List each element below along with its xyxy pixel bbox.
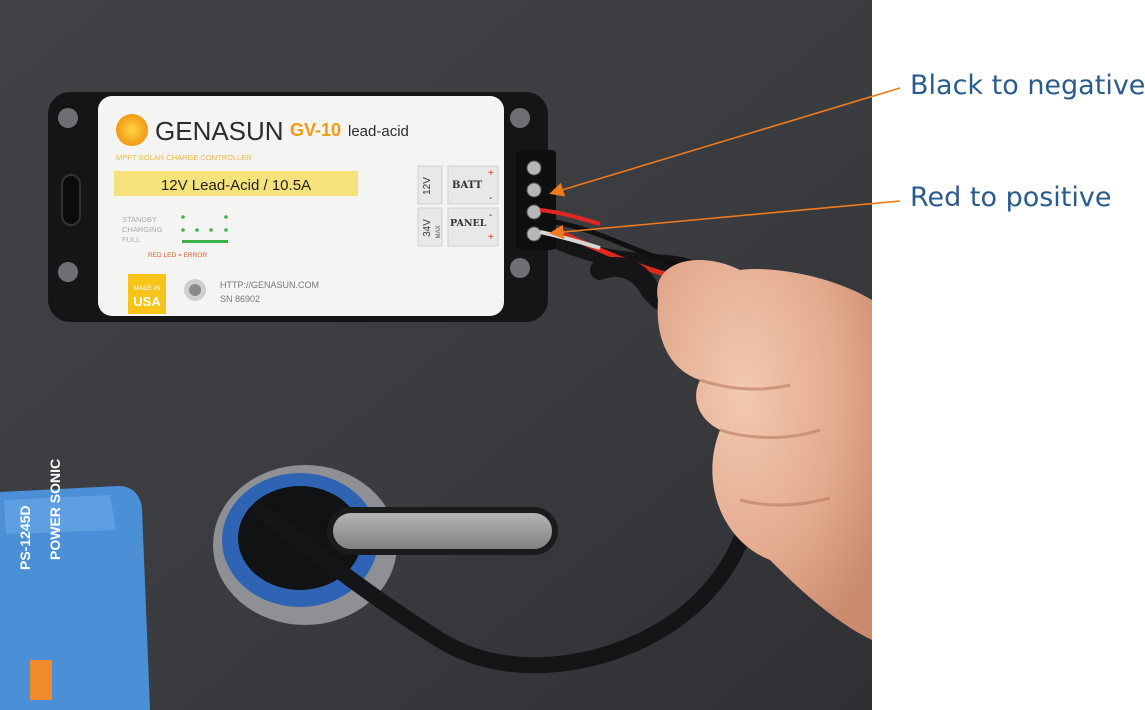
- callout-red-to-positive: Red to positive: [910, 182, 1112, 213]
- batt-minus: -: [489, 193, 492, 204]
- made-in-country: USA: [133, 294, 161, 309]
- device-subtitle: MPPT SOLAR CHARGE CONTROLLER: [116, 153, 252, 162]
- battery-model: PS-1245D: [17, 505, 33, 570]
- batt-label: BATT: [452, 180, 483, 191]
- status-charging: CHARGING: [122, 225, 163, 234]
- panel-voltage: 34V: [422, 219, 433, 237]
- status-full: FULL: [122, 235, 140, 244]
- panel-voltage-note: MAX: [436, 225, 442, 238]
- battery-brand: POWER SONIC: [47, 459, 63, 560]
- product-photo: GENASUN GV-10 lead-acid MPPT SOLAR CHARG…: [0, 0, 872, 710]
- device-brand: GENASUN: [155, 116, 284, 146]
- batt-plus: +: [488, 168, 494, 179]
- device-model: GV-10: [290, 120, 341, 140]
- panel-label: PANEL: [450, 218, 487, 229]
- device-serial: SN 86902: [220, 294, 260, 304]
- status-standby: STANDBY: [122, 215, 157, 224]
- error-note: RED LED = ERROR: [148, 252, 207, 259]
- device-url: HTTP://GENASUN.COM: [220, 280, 319, 290]
- made-in-label: MADE IN: [133, 285, 160, 292]
- device-rating: 12V Lead-Acid / 10.5A: [161, 177, 311, 194]
- charge-controller: GENASUN GV-10 lead-acid MPPT SOLAR CHARG…: [48, 92, 601, 322]
- device-chemistry: lead-acid: [348, 123, 409, 140]
- battery: POWER SONIC PS-1245D: [0, 459, 150, 710]
- panel-minus: -: [489, 210, 492, 221]
- callout-black-to-negative: Black to negative: [910, 70, 1145, 101]
- photo-scene: GENASUN GV-10 lead-acid MPPT SOLAR CHARG…: [0, 0, 872, 710]
- panel-plus: +: [488, 232, 494, 243]
- batt-voltage: 12V: [422, 177, 433, 195]
